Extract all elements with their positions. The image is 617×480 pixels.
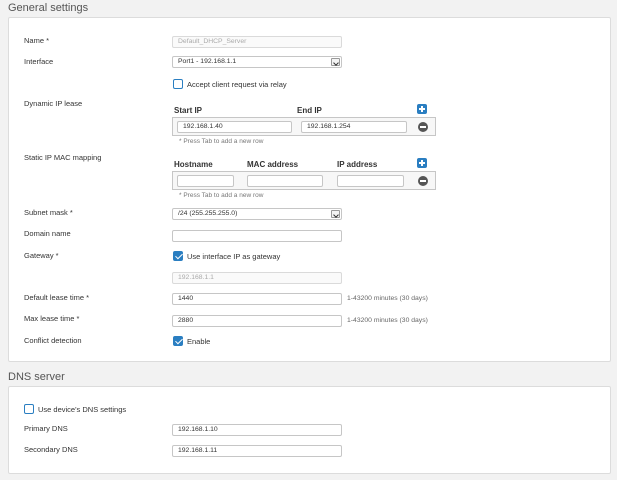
secondary-dns-input[interactable]: 192.168.1.11	[172, 445, 342, 457]
default-lease-label: Default lease time *	[24, 293, 90, 302]
max-lease-input[interactable]: 2880	[172, 315, 342, 327]
interface-select[interactable]: Port1 - 192.168.1.1	[172, 56, 342, 68]
subnet-mask-select[interactable]: /24 (255.255.255.0)	[172, 208, 342, 220]
use-device-dns-checkbox[interactable]	[24, 404, 34, 414]
max-lease-range: 1-43200 minutes (30 days)	[347, 317, 428, 324]
add-dynamic-row-icon[interactable]	[417, 104, 427, 114]
interface-label: Interface	[24, 57, 54, 66]
static-hint: * Press Tab to add a new row	[179, 192, 264, 199]
gateway-label: Gateway *	[24, 251, 59, 260]
domain-name-label: Domain name	[24, 229, 71, 238]
remove-dynamic-row-icon[interactable]	[418, 122, 428, 132]
add-static-row-icon[interactable]	[417, 158, 427, 168]
use-device-dns-label: Use device's DNS settings	[38, 405, 127, 414]
dynamic-hint: * Press Tab to add a new row	[179, 138, 264, 145]
end-ip-input[interactable]: 192.168.1.254	[301, 121, 407, 133]
name-label: Name *	[24, 36, 50, 45]
hostname-header: Hostname	[174, 160, 213, 169]
interface-value: Port1 - 192.168.1.1	[178, 58, 237, 65]
dns-server-panel: Use device's DNS settings Primary DNS 19…	[8, 386, 611, 474]
relay-checkbox[interactable]	[173, 79, 183, 89]
start-ip-input[interactable]: 192.168.1.40	[177, 121, 292, 133]
name-field[interactable]: Default_DHCP_Server	[172, 36, 342, 48]
dns-server-title: DNS server	[8, 371, 65, 383]
secondary-dns-label: Secondary DNS	[24, 445, 78, 454]
chevron-down-icon	[331, 210, 340, 218]
remove-static-row-icon[interactable]	[418, 176, 428, 186]
default-lease-input[interactable]: 1440	[172, 293, 342, 305]
static-mapping-label: Static IP MAC mapping	[24, 153, 102, 162]
use-interface-ip-label: Use interface IP as gateway	[187, 252, 281, 261]
primary-dns-label: Primary DNS	[24, 424, 68, 433]
ip-address-header: IP address	[337, 160, 378, 169]
mac-address-header: MAC address	[247, 160, 299, 169]
primary-dns-input[interactable]: 192.168.1.10	[172, 424, 342, 436]
start-ip-header: Start IP	[174, 106, 203, 115]
domain-name-input[interactable]	[172, 230, 342, 242]
subnet-mask-value: /24 (255.255.255.0)	[178, 210, 238, 217]
default-lease-range: 1-43200 minutes (30 days)	[347, 295, 428, 302]
ip-address-input[interactable]	[337, 175, 404, 187]
end-ip-header: End IP	[297, 106, 322, 115]
use-interface-ip-checkbox[interactable]	[173, 251, 183, 261]
general-settings-title: General settings	[8, 2, 89, 14]
dynamic-ip-row: 192.168.1.40 192.168.1.254	[172, 117, 436, 136]
hostname-input[interactable]	[177, 175, 234, 187]
gateway-ip-field[interactable]: 192.168.1.1	[172, 272, 342, 284]
max-lease-label: Max lease time *	[24, 314, 80, 323]
mac-address-input[interactable]	[247, 175, 323, 187]
general-settings-panel: Name * Default_DHCP_Server Interface Por…	[8, 17, 611, 362]
static-mapping-row	[172, 171, 436, 190]
conflict-detection-checkbox[interactable]	[173, 336, 183, 346]
chevron-down-icon	[331, 58, 340, 66]
relay-label: Accept client request via relay	[187, 80, 287, 89]
conflict-detection-label: Conflict detection	[24, 336, 82, 345]
conflict-detection-enable-label: Enable	[187, 337, 211, 346]
dynamic-ip-lease-label: Dynamic IP lease	[24, 99, 83, 108]
subnet-mask-label: Subnet mask *	[24, 208, 73, 217]
